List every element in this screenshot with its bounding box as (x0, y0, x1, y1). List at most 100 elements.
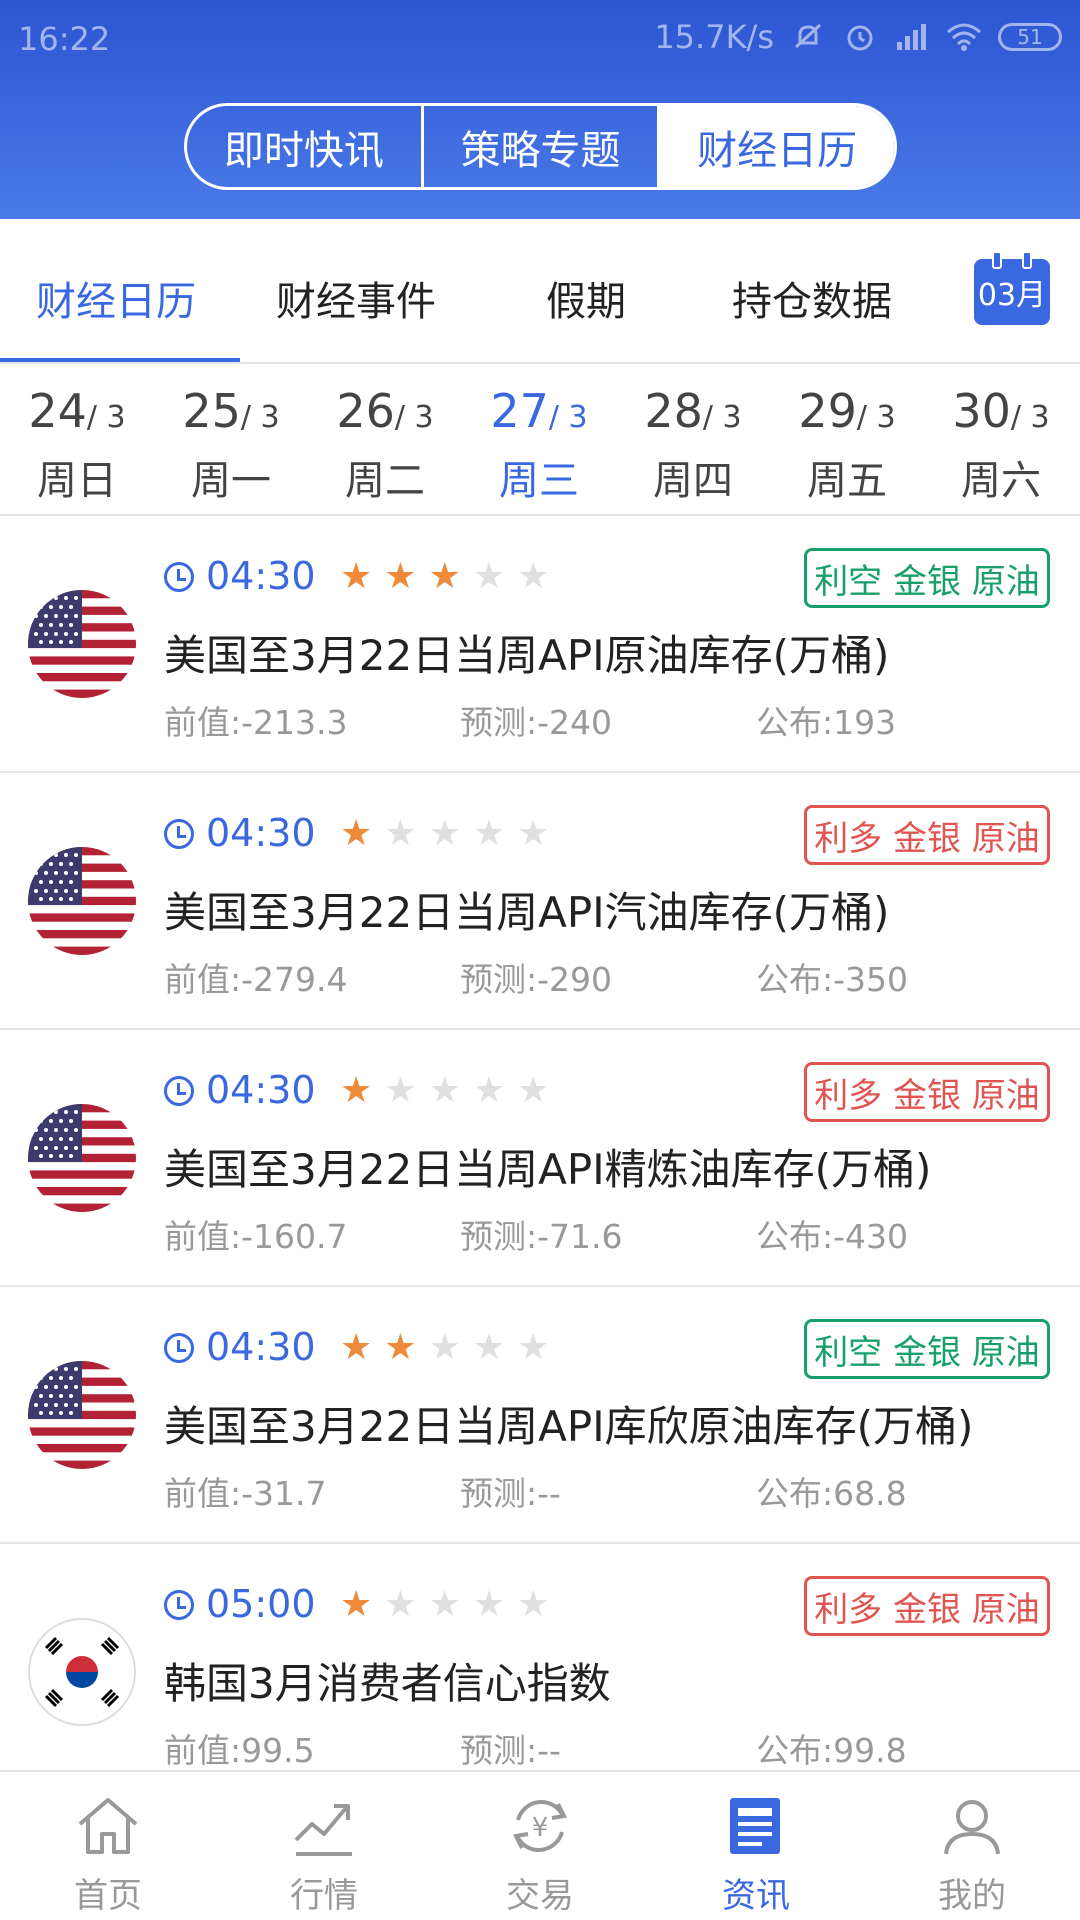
star-icon: ★ (384, 556, 417, 597)
event-time: 04:30 (206, 1068, 316, 1112)
date-item[interactable]: 30/ 3 周六 (924, 384, 1078, 506)
date-day: 26 (336, 384, 395, 438)
wifi-icon (946, 19, 982, 55)
impact-tag: 利多 金银 原油 (804, 1062, 1050, 1122)
star-icon: ★ (517, 1584, 550, 1625)
clock-icon (164, 1333, 194, 1363)
segment-calendar[interactable]: 财经日历 (660, 106, 894, 187)
event-row[interactable]: 04:30 ★ ★ ★ ★ ★ 利空 金银 原油 美国至3月22日当周API库欣原油库存… (0, 1287, 1080, 1544)
impact-tag: 利空 金银 原油 (804, 548, 1050, 608)
sub-tabs: 财经日历 财经事件 假期 持仓数据 03月 (0, 219, 1080, 364)
date-item[interactable]: 29/ 3 周五 (770, 384, 924, 506)
signal-icon (894, 19, 930, 55)
date-month: / 3 (1010, 400, 1050, 435)
date-month: / 3 (856, 400, 896, 435)
event-row[interactable]: 04:30 ★ ★ ★ ★ ★ 利多 金银 原油 美国至3月22日当周API汽油库存(万… (0, 773, 1080, 1030)
date-day: 29 (798, 384, 857, 438)
date-item[interactable]: 24/ 3 周日 (0, 384, 154, 506)
event-title: 美国至3月22日当周API精炼油库存(万桶) (164, 1145, 932, 1194)
clock-icon (164, 1590, 194, 1620)
event-time: 04:30 (206, 554, 316, 598)
date-item-selected[interactable]: 27/ 3 周三 (462, 384, 616, 506)
home-icon (78, 1798, 138, 1854)
tab-events[interactable]: 财经事件 (276, 269, 436, 327)
star-icon: ★ (517, 813, 550, 854)
nav-profile[interactable]: 我的 (864, 1790, 1080, 1917)
date-day: 27 (490, 384, 549, 438)
event-list: 04:30 ★ ★ ★ ★ ★ 利空 金银 原油 美国至3月22日当周API原油库存(万… (0, 516, 1080, 1770)
star-icon: ★ (428, 1584, 461, 1625)
event-row[interactable]: 04:30 ★ ★ ★ ★ ★ 利多 金银 原油 美国至3月22日当周API精炼油库存(… (0, 1030, 1080, 1287)
importance-stars: ★ ★ ★ ★ ★ (340, 813, 549, 854)
date-weekday: 周日 (37, 458, 117, 504)
previous-value: 前值:-213.3 (164, 703, 348, 742)
star-icon: ★ (384, 1584, 417, 1625)
date-weekday: 周六 (961, 458, 1041, 504)
date-item[interactable]: 25/ 3 周一 (154, 384, 308, 506)
tab-calendar[interactable]: 财经日历 (36, 269, 196, 327)
forecast-value: 预测:-290 (460, 960, 613, 999)
date-month: / 3 (240, 400, 280, 435)
segment-strategy[interactable]: 策略专题 (424, 106, 661, 187)
star-icon: ★ (428, 813, 461, 854)
nav-trade[interactable]: ¥ 交易 (432, 1790, 648, 1917)
segment-flash-news[interactable]: 即时快讯 (187, 106, 424, 187)
status-icons: 15.7K/s 51 (654, 18, 1062, 56)
star-icon: ★ (384, 1070, 417, 1111)
event-row[interactable]: 04:30 ★ ★ ★ ★ ★ 利空 金银 原油 美国至3月22日当周API原油库存(万… (0, 516, 1080, 773)
status-bar: 16:22 15.7K/s 51 (0, 0, 1080, 75)
clock-icon (164, 562, 194, 592)
actual-value: 公布:68.8 (756, 1474, 907, 1513)
forecast-value: 预测:-- (460, 1474, 561, 1513)
event-title: 美国至3月22日当周API库欣原油库存(万桶) (164, 1402, 974, 1451)
nav-home[interactable]: 首页 (0, 1790, 216, 1917)
event-row[interactable]: 05:00 ★ ★ ★ ★ ★ 利多 金银 原油 韩国3月消费者信心指数 前值:99.5… (0, 1544, 1080, 1770)
kr-flag-icon (28, 1618, 136, 1726)
event-title: 美国至3月22日当周API汽油库存(万桶) (164, 888, 890, 937)
exchange-icon: ¥ (513, 1800, 567, 1852)
actual-value: 公布:193 (756, 703, 897, 742)
date-weekday: 周一 (191, 458, 271, 504)
nav-market[interactable]: 行情 (216, 1790, 432, 1917)
star-icon: ★ (428, 1070, 461, 1111)
nav-news[interactable]: 资讯 (648, 1790, 864, 1917)
chart-icon (294, 1804, 352, 1856)
calendar-month-button[interactable]: 03月 (974, 251, 1050, 325)
star-icon: ★ (340, 1070, 373, 1111)
date-weekday: 周四 (653, 458, 733, 504)
forecast-value: 预测:-240 (460, 703, 613, 742)
clock-icon (164, 819, 194, 849)
date-item[interactable]: 26/ 3 周二 (308, 384, 462, 506)
date-month: / 3 (394, 400, 434, 435)
impact-tag: 利空 金银 原油 (804, 1319, 1050, 1379)
previous-value: 前值:-31.7 (164, 1474, 327, 1513)
date-weekday: 周二 (345, 458, 425, 504)
alarm-icon (842, 19, 878, 55)
date-weekday: 周三 (499, 458, 579, 504)
importance-stars: ★ ★ ★ ★ ★ (340, 1327, 549, 1368)
mute-icon (790, 19, 826, 55)
event-time: 04:30 (206, 811, 316, 855)
forecast-value: 预测:-- (460, 1731, 561, 1770)
star-icon: ★ (384, 813, 417, 854)
star-icon: ★ (384, 1327, 417, 1368)
nav-label: 资讯 (722, 1876, 790, 1916)
clock-icon (164, 1076, 194, 1106)
star-icon: ★ (428, 1327, 461, 1368)
tab-positions[interactable]: 持仓数据 (732, 269, 892, 327)
nav-label: 交易 (506, 1876, 574, 1916)
us-flag-icon (28, 590, 136, 698)
user-icon (944, 1800, 1000, 1855)
date-month: / 3 (86, 400, 126, 435)
star-icon: ★ (472, 1584, 506, 1625)
importance-stars: ★ ★ ★ ★ ★ (340, 1070, 549, 1111)
date-item[interactable]: 28/ 3 周四 (616, 384, 770, 506)
event-time: 05:00 (206, 1582, 316, 1626)
nav-label: 我的 (938, 1876, 1006, 1916)
importance-stars: ★ ★ ★ ★ ★ (340, 556, 549, 597)
tab-holidays[interactable]: 假期 (546, 269, 626, 327)
date-day: 28 (644, 384, 703, 438)
previous-value: 前值:-279.4 (164, 960, 348, 999)
date-day: 24 (28, 384, 87, 438)
us-flag-icon (28, 1361, 136, 1469)
